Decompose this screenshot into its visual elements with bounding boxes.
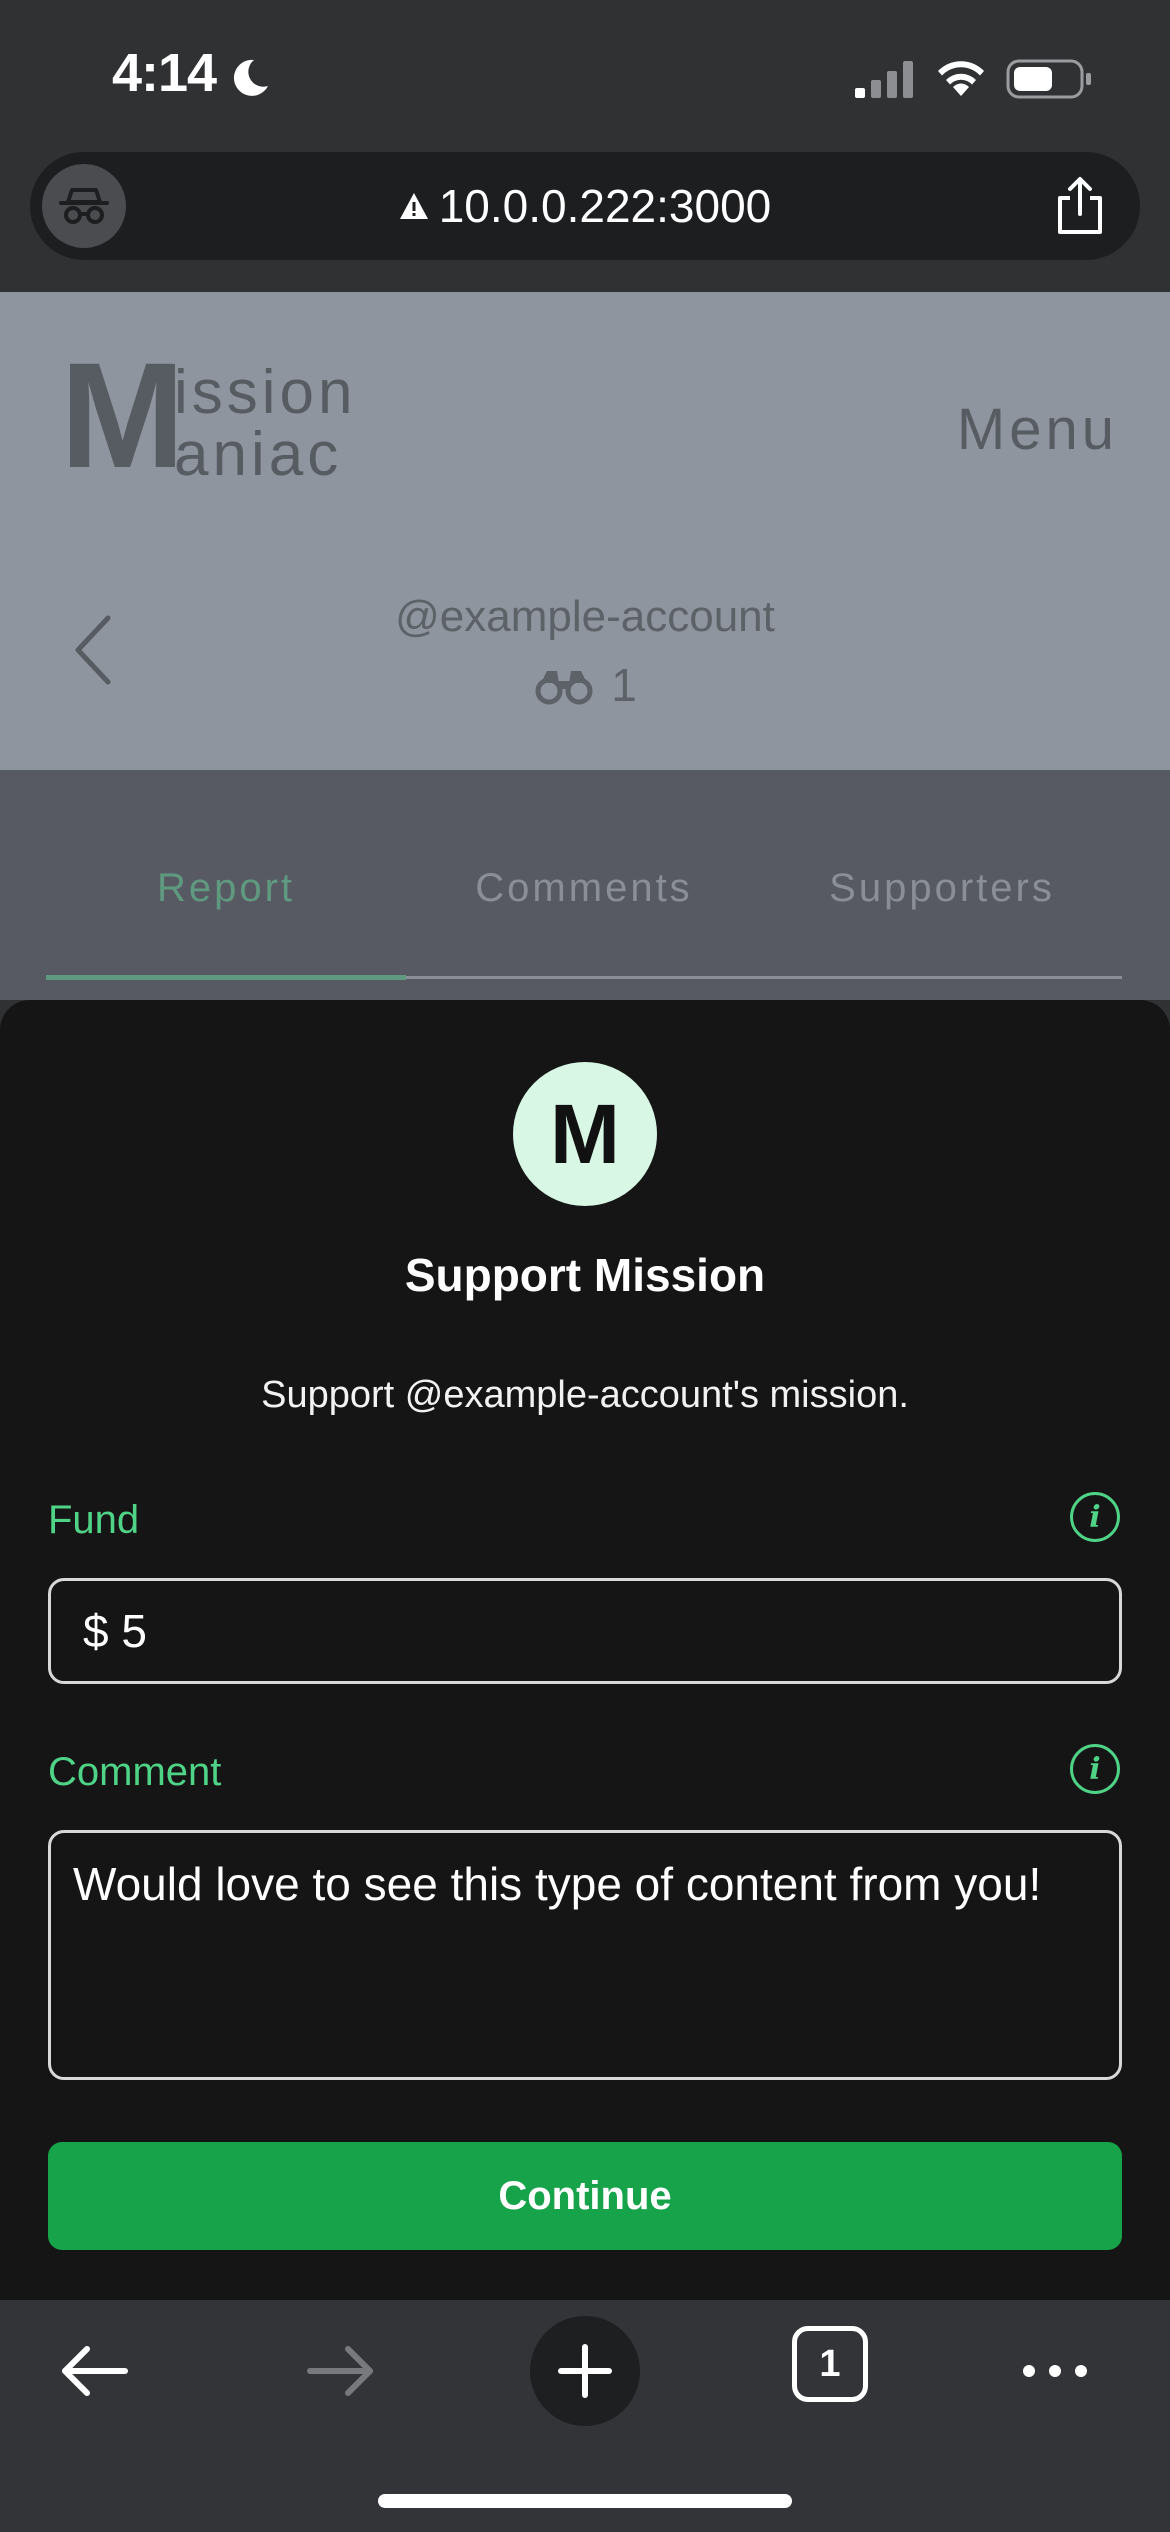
home-indicator[interactable] <box>378 2494 792 2508</box>
new-tab-button[interactable] <box>530 2306 640 2436</box>
logo-line-1: ission <box>174 358 357 427</box>
back-arrow-icon[interactable] <box>50 2326 140 2416</box>
followers-count-value: 1 <box>611 659 637 711</box>
cellular-signal-icon <box>855 61 913 98</box>
wifi-icon <box>938 61 984 96</box>
tabs-icon[interactable]: 1 <box>792 2326 868 2402</box>
active-tab-indicator <box>46 975 406 980</box>
url-display[interactable]: 10.0.0.222:3000 <box>30 152 1140 260</box>
fund-label: Fund <box>48 1498 140 1542</box>
battery-icon <box>1006 59 1091 99</box>
support-mission-sheet: M Support Mission Support @example-accou… <box>0 1000 1170 2300</box>
logo-initial: M <box>60 331 185 499</box>
share-icon[interactable] <box>1050 176 1110 236</box>
tab-comments[interactable]: Comments <box>404 866 764 911</box>
fund-input[interactable]: $ 5 <box>48 1578 1122 1684</box>
followers-count: 1 <box>0 658 1170 712</box>
sheet-subtitle: Support @example-account's mission. <box>261 1374 909 1416</box>
more-icon[interactable] <box>1010 2326 1100 2416</box>
fund-info-icon[interactable]: i <box>1070 1492 1120 1542</box>
tabs: Report Comments Supporters <box>0 770 1170 1000</box>
forward-arrow-icon[interactable] <box>295 2326 385 2416</box>
menu-button[interactable]: Menu <box>957 396 1118 463</box>
comment-label: Comment <box>48 1750 222 1794</box>
logo-line-2: aniac <box>174 420 343 489</box>
page-header: M ission aniac Menu @example-account 1 <box>0 292 1170 770</box>
continue-button[interactable]: Continue <box>48 2142 1122 2250</box>
plus-icon[interactable] <box>530 2316 640 2426</box>
avatar: M <box>513 1062 657 1206</box>
screen: 4:14 10.0.0.222:3000 M ission aniac Menu… <box>0 0 1170 2532</box>
status-time: 4:14 <box>112 43 217 103</box>
tab-supporters[interactable]: Supporters <box>762 866 1122 911</box>
moon-icon <box>233 59 268 96</box>
binoculars-icon <box>535 671 593 705</box>
status-bar: 4:14 <box>0 0 1170 150</box>
warning-icon <box>399 193 428 219</box>
tab-report[interactable]: Report <box>46 866 406 911</box>
url-text: 10.0.0.222:3000 <box>438 180 772 232</box>
address-bar[interactable]: 10.0.0.222:3000 <box>30 152 1140 260</box>
account-handle: @example-account <box>395 592 775 641</box>
logo[interactable]: M ission aniac <box>60 340 360 490</box>
comment-textarea[interactable]: Would love to see this type of content f… <box>48 1830 1122 2080</box>
sheet-title: Support Mission <box>404 1249 766 1301</box>
comment-info-icon[interactable]: i <box>1070 1744 1120 1794</box>
